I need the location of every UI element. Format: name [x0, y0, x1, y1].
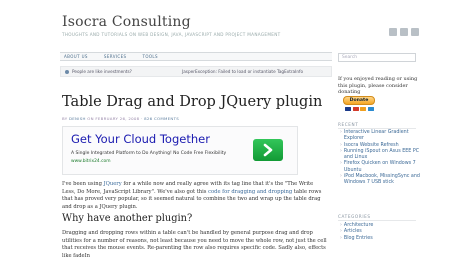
payment-cards — [345, 107, 374, 111]
meta-by: BY — [62, 116, 68, 121]
post-meta: BY DENISH ON FEBRUARY 26, 2008 · 826 COM… — [62, 116, 179, 121]
recent-post-link[interactable]: iPod Macbook, MissingSync and Windows 7 … — [340, 174, 420, 187]
ad-banner[interactable]: Get Your Cloud Together A Single Integra… — [62, 126, 298, 175]
recent-post-link[interactable]: Running iSpout on Asus EEE PC and Linux — [340, 149, 420, 162]
main-nav: ABOUT US SERVICES TOOLS — [60, 52, 332, 61]
nav-item-about-us[interactable]: ABOUT US — [64, 54, 88, 59]
card-icon — [345, 107, 351, 111]
card-icon — [367, 107, 374, 111]
feed-icon[interactable] — [400, 28, 408, 36]
meta-on: ON — [87, 116, 94, 121]
donate-button[interactable]: Donate — [343, 96, 375, 105]
nav-item-services[interactable]: SERVICES — [104, 54, 127, 59]
post-ticker: People are like investments? JasperExcep… — [60, 66, 332, 77]
drag-drop-code-link[interactable]: code for dragging and dropping — [208, 189, 292, 195]
site-title[interactable]: Isocra Consulting — [62, 14, 191, 30]
category-link[interactable]: Blog Entries — [340, 236, 420, 242]
card-icon — [352, 107, 359, 111]
post-date: FEBRUARY 26, 2008 — [95, 116, 140, 121]
ad-link[interactable]: www.bitrix24.com — [71, 159, 110, 164]
search-input[interactable]: Search — [338, 53, 416, 62]
ad-subtitle: A Single Integrated Platform to Do Anyth… — [71, 151, 227, 156]
categories-list: Architecture Articles Blog Entries — [340, 223, 420, 242]
ticker-item[interactable]: JasperException: Failed to load or insta… — [182, 69, 303, 74]
post-title[interactable]: Table Drag and Drop JQuery plugin — [62, 94, 322, 110]
post-paragraph: I've been using JQuery for a while now a… — [62, 181, 328, 211]
chevron-right-icon — [263, 143, 273, 157]
jquery-link[interactable]: JQuery — [104, 181, 122, 187]
sidebar-heading-categories: CATEGORIES — [338, 214, 416, 221]
social-links — [389, 28, 419, 36]
bullet-icon — [65, 69, 69, 74]
post-paragraph: Dragging and dropping rows within a tabl… — [62, 230, 327, 259]
recent-posts-list: Interactive Linear Gradient Explorer Iso… — [340, 130, 420, 187]
paragraph-text: I've been using — [62, 181, 104, 187]
comments-link[interactable]: 826 COMMENTS — [144, 116, 179, 121]
section-heading: Why have another plugin? — [62, 213, 193, 224]
site-tagline: THOUGHTS AND TUTORIALS ON WEB DESIGN, JA… — [62, 32, 281, 37]
twitter-icon[interactable] — [389, 28, 397, 36]
ad-go-button[interactable] — [253, 139, 283, 161]
recent-post-link[interactable]: Firefox Quicken on Windows 7 Ubuntu — [340, 161, 420, 174]
post-author[interactable]: DENISH — [69, 116, 86, 121]
card-icon — [360, 107, 366, 111]
nav-item-tools[interactable]: TOOLS — [142, 54, 158, 59]
ticker-item[interactable]: People are like investments? — [72, 69, 132, 74]
donate-text: If you enjoyed reading or using this plu… — [338, 76, 418, 96]
rss-icon[interactable] — [411, 28, 419, 36]
ad-title[interactable]: Get Your Cloud Together — [71, 132, 210, 146]
recent-post-link[interactable]: Interactive Linear Gradient Explorer — [340, 130, 420, 143]
sidebar-heading-recent: RECENT — [338, 122, 416, 129]
